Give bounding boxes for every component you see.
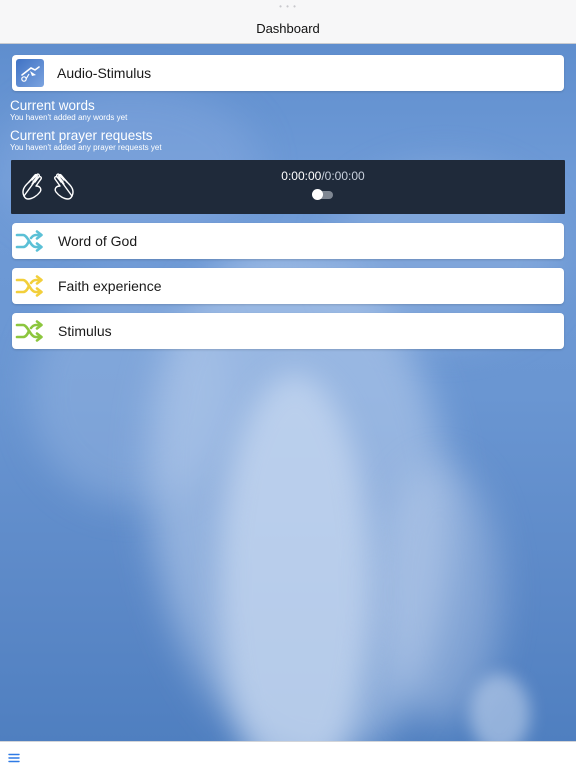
current-prayers-empty-text: You haven't added any prayer requests ye… (10, 143, 162, 152)
audio-player: 0:00:00/0:00:00 (11, 160, 565, 214)
current-words-section: Current words You haven't added any word… (10, 99, 127, 123)
category-word-of-god[interactable]: Word of God (12, 223, 564, 259)
current-prayers-section: Current prayer requests You haven't adde… (10, 129, 162, 153)
category-label: Word of God (58, 233, 138, 249)
elapsed-time: 0:00:00 (281, 169, 322, 183)
audio-thumbnail-icon (16, 59, 44, 87)
shuffle-icon (14, 227, 46, 255)
status-dots: • • • (279, 2, 297, 11)
cloud-shape (470, 674, 530, 741)
category-label: Stimulus (58, 323, 112, 339)
shuffle-icon (14, 317, 46, 345)
category-stimulus[interactable]: Stimulus (12, 313, 564, 349)
shuffle-icon (14, 272, 46, 300)
playback-time: 0:00:00/0:00:00 (11, 169, 576, 183)
page-title: Dashboard (256, 21, 320, 36)
toggle-knob[interactable] (312, 189, 323, 200)
audio-stimulus-card[interactable]: Audio-Stimulus (12, 55, 564, 91)
navigation-bar: Dashboard (0, 14, 576, 44)
current-words-heading: Current words (10, 98, 95, 113)
audio-stimulus-label: Audio-Stimulus (57, 65, 152, 81)
current-prayers-heading: Current prayer requests (10, 128, 153, 143)
status-bar: • • • (0, 0, 576, 14)
menu-icon[interactable] (8, 750, 20, 768)
bottom-toolbar (0, 741, 576, 768)
total-time: 0:00:00 (324, 169, 365, 183)
current-words-empty-text: You haven't added any words yet (10, 113, 128, 122)
category-faith-experience[interactable]: Faith experience (12, 268, 564, 304)
category-label: Faith experience (58, 278, 162, 294)
playback-toggle[interactable] (312, 189, 333, 200)
